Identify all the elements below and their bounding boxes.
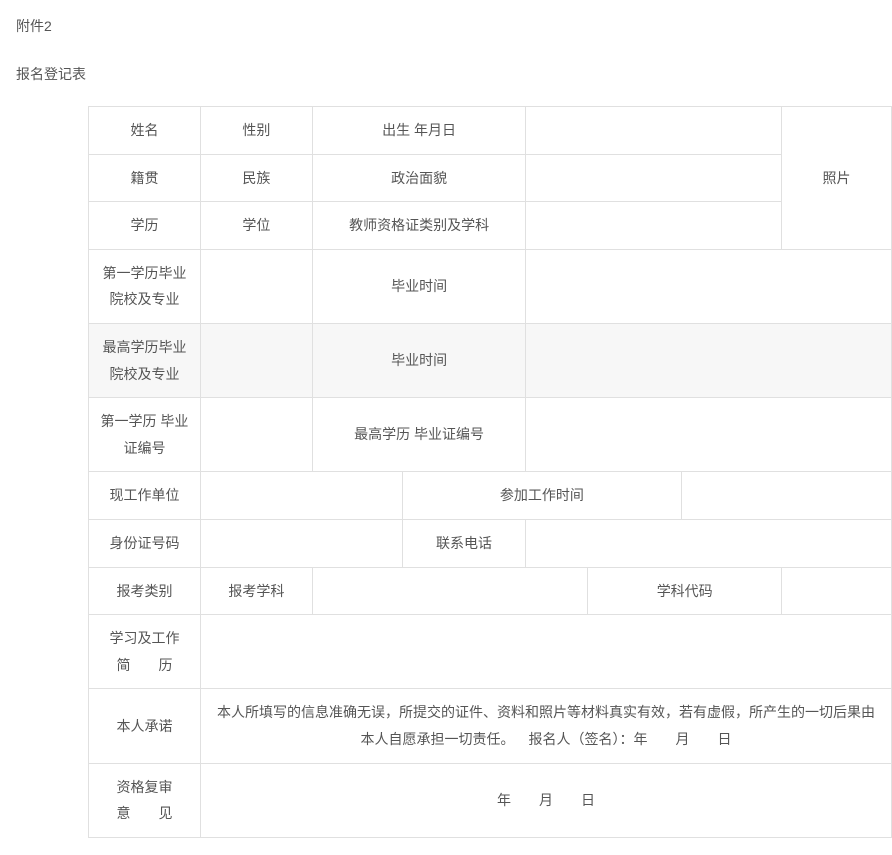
- table-row: 学习及工作简 历: [89, 615, 892, 689]
- registration-table-container: 姓名 性别 出生 年月日 照片 籍贯 民族 政治面貌 学历 学位 教师资格证类别…: [88, 106, 892, 838]
- label-gender: 性别: [200, 107, 312, 155]
- field-teacher-cert-value: [526, 202, 782, 250]
- label-first-edu-school: 第一学历毕业院校及专业: [89, 249, 201, 323]
- label-photo: 照片: [782, 107, 892, 250]
- field-work-start-value: [682, 472, 892, 520]
- label-id-number: 身份证号码: [89, 519, 201, 567]
- label-highest-edu-school: 最高学历毕业院校及专业: [89, 323, 201, 397]
- label-birth: 出生 年月日: [312, 107, 526, 155]
- label-commitment: 本人承诺: [89, 689, 201, 763]
- field-political-value: [526, 154, 782, 202]
- field-first-cert-value: [200, 398, 312, 472]
- label-highest-cert-no: 最高学历 毕业证编号: [312, 398, 526, 472]
- table-row: 身份证号码 联系电话: [89, 519, 892, 567]
- field-first-edu-value: [200, 249, 312, 323]
- field-highest-cert-value: [526, 398, 892, 472]
- field-employer-value: [200, 472, 402, 520]
- label-current-employer: 现工作单位: [89, 472, 201, 520]
- review-date-text: 年 月 日: [200, 763, 891, 837]
- field-highest-edu-value: [200, 323, 312, 397]
- field-resume-value: [200, 615, 891, 689]
- label-grad-time-1: 毕业时间: [312, 249, 526, 323]
- attachment-label: 附件2: [16, 16, 876, 36]
- table-row: 第一学历毕业院校及专业 毕业时间: [89, 249, 892, 323]
- table-row: 本人承诺 本人所填写的信息准确无误，所提交的证件、资料和照片等材料真实有效，若有…: [89, 689, 892, 763]
- field-birth-value: [526, 107, 782, 155]
- label-first-cert-no: 第一学历 毕业证编号: [89, 398, 201, 472]
- label-exam-category: 报考类别: [89, 567, 201, 615]
- label-native-place: 籍贯: [89, 154, 201, 202]
- form-title: 报名登记表: [16, 64, 876, 84]
- table-row: 资格复审意 见 年 月 日: [89, 763, 892, 837]
- registration-table: 姓名 性别 出生 年月日 照片 籍贯 民族 政治面貌 学历 学位 教师资格证类别…: [88, 106, 892, 838]
- table-row: 报考类别 报考学科 学科代码: [89, 567, 892, 615]
- label-subject-code: 学科代码: [588, 567, 782, 615]
- table-row: 籍贯 民族 政治面貌: [89, 154, 892, 202]
- label-work-start: 参加工作时间: [402, 472, 682, 520]
- label-name: 姓名: [89, 107, 201, 155]
- field-grad-time-1-value: [526, 249, 892, 323]
- label-exam-subject: 报考学科: [200, 567, 312, 615]
- table-row: 学历 学位 教师资格证类别及学科: [89, 202, 892, 250]
- label-review-opinion: 资格复审意 见: [89, 763, 201, 837]
- label-resume: 学习及工作简 历: [89, 615, 201, 689]
- label-grad-time-2: 毕业时间: [312, 323, 526, 397]
- table-row: 姓名 性别 出生 年月日 照片: [89, 107, 892, 155]
- label-degree: 学位: [200, 202, 312, 250]
- field-subject-code-value: [782, 567, 892, 615]
- field-phone-value: [526, 519, 892, 567]
- commitment-text: 本人所填写的信息准确无误，所提交的证件、资料和照片等材料真实有效，若有虚假，所产…: [200, 689, 891, 763]
- table-row: 第一学历 毕业证编号 最高学历 毕业证编号: [89, 398, 892, 472]
- label-phone: 联系电话: [402, 519, 526, 567]
- field-id-value: [200, 519, 402, 567]
- table-row: 最高学历毕业院校及专业 毕业时间: [89, 323, 892, 397]
- table-row: 现工作单位 参加工作时间: [89, 472, 892, 520]
- label-ethnicity: 民族: [200, 154, 312, 202]
- label-education: 学历: [89, 202, 201, 250]
- field-grad-time-2-value: [526, 323, 892, 397]
- label-teacher-cert: 教师资格证类别及学科: [312, 202, 526, 250]
- field-exam-subject-value: [312, 567, 588, 615]
- label-political-status: 政治面貌: [312, 154, 526, 202]
